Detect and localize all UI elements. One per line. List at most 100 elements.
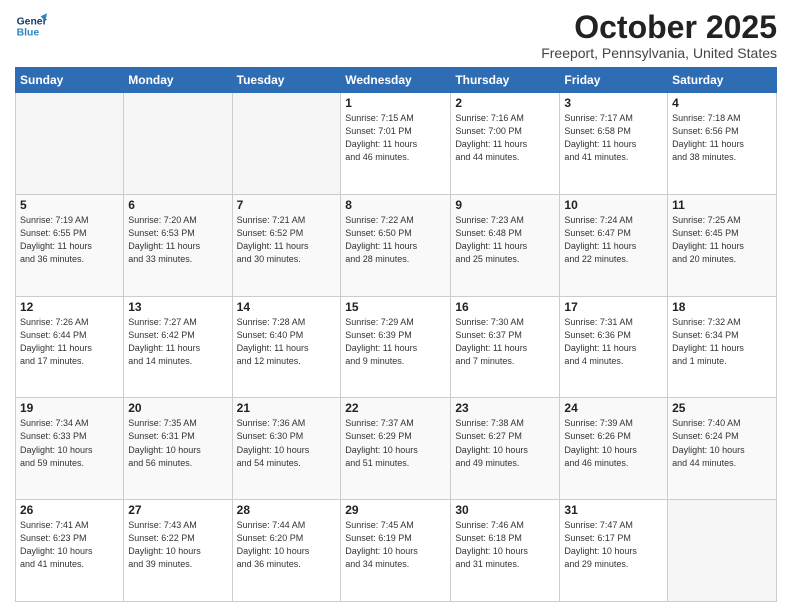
- day-number: 13: [128, 300, 227, 314]
- day-info: Sunrise: 7:45 AM Sunset: 6:19 PM Dayligh…: [345, 519, 446, 571]
- day-number: 12: [20, 300, 119, 314]
- day-info: Sunrise: 7:32 AM Sunset: 6:34 PM Dayligh…: [672, 316, 772, 368]
- day-info: Sunrise: 7:29 AM Sunset: 6:39 PM Dayligh…: [345, 316, 446, 368]
- calendar-cell: 21Sunrise: 7:36 AM Sunset: 6:30 PM Dayli…: [232, 398, 341, 500]
- month-title: October 2025: [541, 10, 777, 45]
- calendar-cell: 16 Sunrise: 7:30 AM Sunset: 6:37 PM Dayli…: [451, 296, 560, 398]
- calendar-cell: 2 Sunrise: 7:16 AM Sunset: 7:00 PM Daylig…: [451, 93, 560, 195]
- day-info: Sunrise: 7:44 AM Sunset: 6:20 PM Dayligh…: [237, 519, 337, 571]
- day-number: 17: [564, 300, 663, 314]
- page: General Blue October 2025 Freeport, Penn…: [0, 0, 792, 612]
- day-number: 2: [455, 96, 555, 110]
- calendar-cell: 9Sunrise: 7:23 AM Sunset: 6:48 PM Daylig…: [451, 194, 560, 296]
- day-number: 6: [128, 198, 227, 212]
- day-number: 5: [20, 198, 119, 212]
- calendar-cell: 28 Sunrise: 7:44 AM Sunset: 6:20 PM Dayli…: [232, 500, 341, 602]
- day-number: 22: [345, 401, 446, 415]
- day-number: 7: [237, 198, 337, 212]
- weekday-header-saturday: Saturday: [668, 68, 777, 93]
- weekday-header-sunday: Sunday: [16, 68, 124, 93]
- day-number: 16: [455, 300, 555, 314]
- calendar-cell: 31 Sunrise: 7:47 AM Sunset: 6:17 PM Dayli…: [560, 500, 668, 602]
- calendar-cell: 29Sunrise: 7:45 AM Sunset: 6:19 PM Dayli…: [341, 500, 451, 602]
- day-info: Sunrise: 7:46 AM Sunset: 6:18 PM Dayligh…: [455, 519, 555, 571]
- calendar-cell: 5 Sunrise: 7:19 AM Sunset: 6:55 PM Daylig…: [16, 194, 124, 296]
- day-number: 30: [455, 503, 555, 517]
- title-block: October 2025 Freeport, Pennsylvania, Uni…: [541, 10, 777, 61]
- day-number: 26: [20, 503, 119, 517]
- weekday-header-wednesday: Wednesday: [341, 68, 451, 93]
- svg-text:Blue: Blue: [17, 28, 40, 39]
- day-info: Sunrise: 7:30 AM Sunset: 6:37 PM Dayligh…: [455, 316, 555, 368]
- weekday-header-friday: Friday: [560, 68, 668, 93]
- day-info: Sunrise: 7:37 AM Sunset: 6:29 PM Dayligh…: [345, 417, 446, 469]
- day-info: Sunrise: 7:24 AM Sunset: 6:47 PM Dayligh…: [564, 214, 663, 266]
- day-info: Sunrise: 7:47 AM Sunset: 6:17 PM Dayligh…: [564, 519, 663, 571]
- calendar-cell: 1 Sunrise: 7:15 AM Sunset: 7:01 PM Daylig…: [341, 93, 451, 195]
- day-info: Sunrise: 7:15 AM Sunset: 7:01 PM Dayligh…: [345, 112, 446, 164]
- day-info: Sunrise: 7:17 AM Sunset: 6:58 PM Dayligh…: [564, 112, 663, 164]
- weekday-header-monday: Monday: [124, 68, 232, 93]
- day-number: 11: [672, 198, 772, 212]
- logo: General Blue: [15, 10, 47, 42]
- day-info: Sunrise: 7:18 AM Sunset: 6:56 PM Dayligh…: [672, 112, 772, 164]
- calendar-cell: 19 Sunrise: 7:34 AM Sunset: 6:33 PM Dayli…: [16, 398, 124, 500]
- day-info: Sunrise: 7:40 AM Sunset: 6:24 PM Dayligh…: [672, 417, 772, 469]
- calendar-cell: 25Sunrise: 7:40 AM Sunset: 6:24 PM Dayli…: [668, 398, 777, 500]
- day-number: 19: [20, 401, 119, 415]
- day-info: Sunrise: 7:34 AM Sunset: 6:33 PM Dayligh…: [20, 417, 119, 469]
- calendar-week-2: 5 Sunrise: 7:19 AM Sunset: 6:55 PM Daylig…: [16, 194, 777, 296]
- calendar-week-3: 12Sunrise: 7:26 AM Sunset: 6:44 PM Dayli…: [16, 296, 777, 398]
- day-number: 31: [564, 503, 663, 517]
- calendar-cell: 7Sunrise: 7:21 AM Sunset: 6:52 PM Daylig…: [232, 194, 341, 296]
- day-number: 28: [237, 503, 337, 517]
- day-info: Sunrise: 7:22 AM Sunset: 6:50 PM Dayligh…: [345, 214, 446, 266]
- calendar-cell: 26Sunrise: 7:41 AM Sunset: 6:23 PM Dayli…: [16, 500, 124, 602]
- logo-icon: General Blue: [15, 10, 47, 42]
- weekday-header-tuesday: Tuesday: [232, 68, 341, 93]
- day-number: 21: [237, 401, 337, 415]
- calendar-cell: 17 Sunrise: 7:31 AM Sunset: 6:36 PM Dayli…: [560, 296, 668, 398]
- day-info: Sunrise: 7:38 AM Sunset: 6:27 PM Dayligh…: [455, 417, 555, 469]
- calendar-table: SundayMondayTuesdayWednesdayThursdayFrid…: [15, 67, 777, 602]
- day-number: 10: [564, 198, 663, 212]
- calendar-cell: 11 Sunrise: 7:25 AM Sunset: 6:45 PM Dayli…: [668, 194, 777, 296]
- day-number: 23: [455, 401, 555, 415]
- calendar-cell: 24 Sunrise: 7:39 AM Sunset: 6:26 PM Dayli…: [560, 398, 668, 500]
- calendar-week-4: 19 Sunrise: 7:34 AM Sunset: 6:33 PM Dayli…: [16, 398, 777, 500]
- calendar-week-5: 26Sunrise: 7:41 AM Sunset: 6:23 PM Dayli…: [16, 500, 777, 602]
- weekday-header-thursday: Thursday: [451, 68, 560, 93]
- day-info: Sunrise: 7:16 AM Sunset: 7:00 PM Dayligh…: [455, 112, 555, 164]
- day-info: Sunrise: 7:23 AM Sunset: 6:48 PM Dayligh…: [455, 214, 555, 266]
- calendar-cell: 22 Sunrise: 7:37 AM Sunset: 6:29 PM Dayli…: [341, 398, 451, 500]
- day-info: Sunrise: 7:43 AM Sunset: 6:22 PM Dayligh…: [128, 519, 227, 571]
- location-subtitle: Freeport, Pennsylvania, United States: [541, 45, 777, 61]
- day-info: Sunrise: 7:27 AM Sunset: 6:42 PM Dayligh…: [128, 316, 227, 368]
- calendar-cell: [124, 93, 232, 195]
- day-number: 27: [128, 503, 227, 517]
- day-number: 8: [345, 198, 446, 212]
- day-info: Sunrise: 7:19 AM Sunset: 6:55 PM Dayligh…: [20, 214, 119, 266]
- calendar-cell: 4Sunrise: 7:18 AM Sunset: 6:56 PM Daylig…: [668, 93, 777, 195]
- header: General Blue October 2025 Freeport, Penn…: [15, 10, 777, 61]
- day-number: 3: [564, 96, 663, 110]
- calendar-cell: 3 Sunrise: 7:17 AM Sunset: 6:58 PM Daylig…: [560, 93, 668, 195]
- day-info: Sunrise: 7:28 AM Sunset: 6:40 PM Dayligh…: [237, 316, 337, 368]
- day-info: Sunrise: 7:39 AM Sunset: 6:26 PM Dayligh…: [564, 417, 663, 469]
- day-info: Sunrise: 7:20 AM Sunset: 6:53 PM Dayligh…: [128, 214, 227, 266]
- calendar-cell: 13 Sunrise: 7:27 AM Sunset: 6:42 PM Dayli…: [124, 296, 232, 398]
- calendar-cell: 18Sunrise: 7:32 AM Sunset: 6:34 PM Dayli…: [668, 296, 777, 398]
- calendar-cell: [668, 500, 777, 602]
- calendar-week-1: 1 Sunrise: 7:15 AM Sunset: 7:01 PM Daylig…: [16, 93, 777, 195]
- day-info: Sunrise: 7:35 AM Sunset: 6:31 PM Dayligh…: [128, 417, 227, 469]
- day-number: 24: [564, 401, 663, 415]
- calendar-cell: 23 Sunrise: 7:38 AM Sunset: 6:27 PM Dayli…: [451, 398, 560, 500]
- calendar-cell: [232, 93, 341, 195]
- calendar-cell: 14Sunrise: 7:28 AM Sunset: 6:40 PM Dayli…: [232, 296, 341, 398]
- day-info: Sunrise: 7:25 AM Sunset: 6:45 PM Dayligh…: [672, 214, 772, 266]
- day-number: 20: [128, 401, 227, 415]
- day-number: 1: [345, 96, 446, 110]
- calendar-cell: 6 Sunrise: 7:20 AM Sunset: 6:53 PM Daylig…: [124, 194, 232, 296]
- day-info: Sunrise: 7:31 AM Sunset: 6:36 PM Dayligh…: [564, 316, 663, 368]
- calendar-cell: 15Sunrise: 7:29 AM Sunset: 6:39 PM Dayli…: [341, 296, 451, 398]
